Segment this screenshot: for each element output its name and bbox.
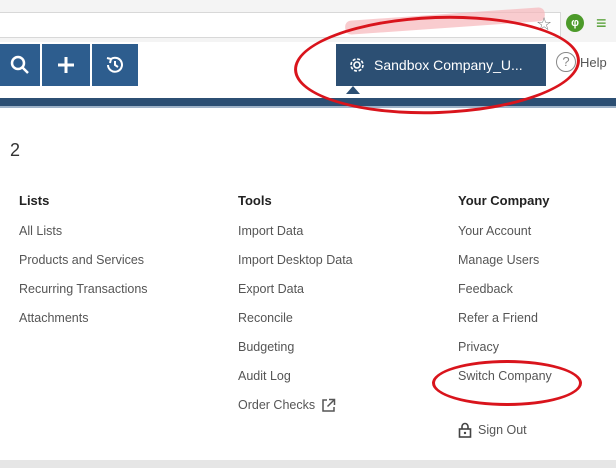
bottom-bar [0,460,616,468]
menu-item-export-data[interactable]: Export Data [238,282,353,311]
tools-column: Tools Import Data Import Desktop Data Ex… [238,194,353,427]
step-number: 2 [10,140,21,160]
menu-item-import-data[interactable]: Import Data [238,224,353,253]
create-button[interactable] [42,44,90,86]
sign-out-label: Sign Out [478,423,527,437]
lists-heading: Lists [19,193,50,208]
menu-item-your-account[interactable]: Your Account [458,224,552,253]
menu-icon[interactable]: ≡ [596,12,607,34]
menu-item-attachments[interactable]: Attachments [19,311,148,340]
menu-item-reconcile[interactable]: Reconcile [238,311,353,340]
extension-icon[interactable]: φ [566,14,584,32]
menu-item-manage-users[interactable]: Manage Users [458,253,552,282]
menu-item-all-lists[interactable]: All Lists [19,224,148,253]
menu-item-refer-a-friend[interactable]: Refer a Friend [458,311,552,340]
menu-item-order-checks[interactable]: Order Checks [238,398,353,427]
search-icon [10,55,29,74]
menu-item-budgeting[interactable]: Budgeting [238,340,353,369]
menu-item-products-services[interactable]: Products and Services [19,253,148,282]
tools-heading: Tools [238,193,272,208]
recent-clock-icon [106,56,123,73]
sign-out-button[interactable]: Sign Out [458,422,527,438]
annotation-circle-switch-company [432,360,582,406]
help-label: Help [580,54,607,70]
plus-icon [58,57,74,73]
recent-transactions-button[interactable] [92,44,138,86]
lock-icon [458,422,472,438]
external-link-icon [321,398,336,413]
menu-item-recurring-transactions[interactable]: Recurring Transactions [19,282,148,311]
menu-item-feedback[interactable]: Feedback [458,282,552,311]
your-company-heading: Your Company [458,193,550,208]
search-button[interactable] [0,44,40,86]
menu-item-audit-log[interactable]: Audit Log [238,369,353,398]
order-checks-label: Order Checks [238,398,316,412]
lists-column: Lists All Lists Products and Services Re… [19,194,148,340]
header-divider-light [0,106,616,108]
menu-item-import-desktop-data[interactable]: Import Desktop Data [238,253,353,282]
